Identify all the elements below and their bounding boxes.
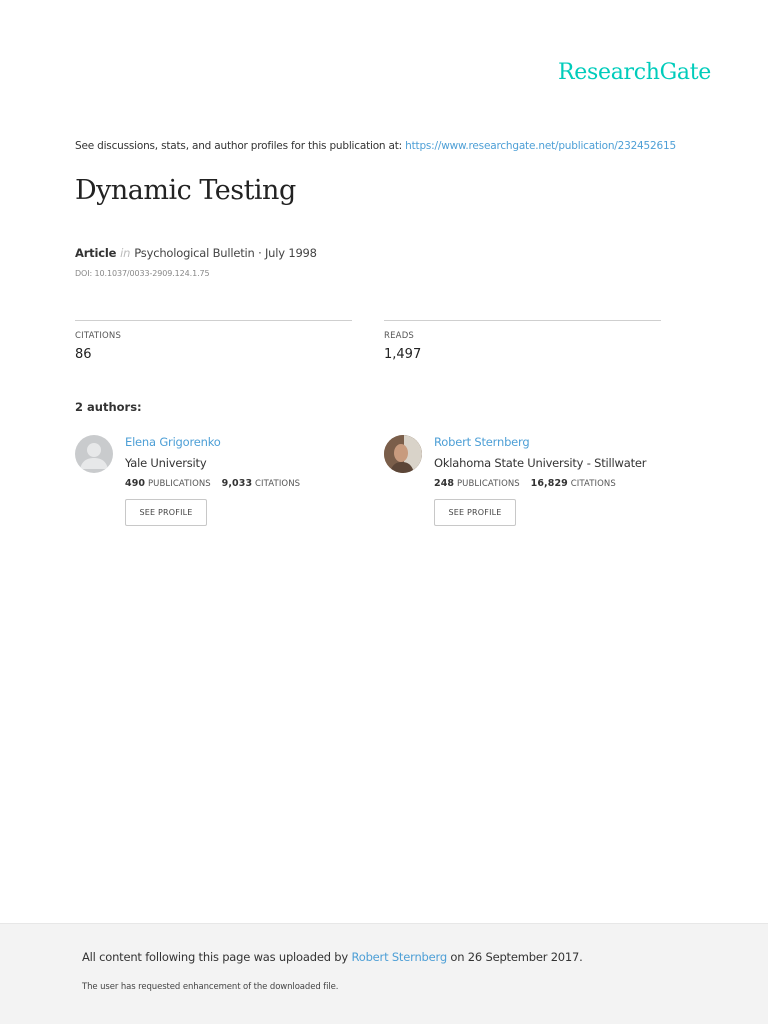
citations-stat: CITATIONS 86 [75,320,352,362]
author-citations-label: CITATIONS [570,479,616,489]
profile-photo[interactable] [384,435,422,473]
reads-value: 1,497 [384,347,422,362]
author-stats: 248 PUBLICATIONS 16,829 CITATIONS [434,478,694,489]
in-label: in [120,246,131,260]
author-name-link[interactable]: Elena Grigorenko [125,435,385,450]
journal-date: Psychological Bulletin · July 1998 [134,246,317,260]
doi-text: DOI: 10.1037/0033-2909.124.1.75 [75,269,210,278]
source-prefix: See discussions, stats, and author profi… [75,140,403,152]
author-institution: Oklahoma State University - Stillwater [434,456,647,470]
reads-stat: READS 1,497 [384,320,661,362]
authors-heading: 2 authors: [75,400,142,414]
upload-prefix: All content following this page was uplo… [82,950,348,964]
publication-url-link[interactable]: https://www.researchgate.net/publication… [405,140,676,152]
publications-label: PUBLICATIONS [456,479,520,489]
author-name-link[interactable]: Robert Sternberg [434,435,694,450]
see-profile-button[interactable]: SEE PROFILE [434,499,516,526]
author-citations-label: CITATIONS [255,479,301,489]
publications-count: 248 [434,478,455,489]
footer-banner: All content following this page was uplo… [0,923,768,1024]
enhancement-note: The user has requested enhancement of th… [82,982,339,992]
upload-notice: All content following this page was uplo… [82,950,583,964]
author-citations-count: 16,829 [530,478,568,489]
publication-meta: Article in Psychological Bulletin · July 1… [75,246,317,260]
author-stats: 490 PUBLICATIONS 9,033 CITATIONS [125,478,385,489]
default-person-icon[interactable] [75,435,113,473]
publications-label: PUBLICATIONS [147,479,211,489]
citations-value: 86 [75,347,92,362]
publication-type: Article [75,246,117,260]
author-citations-count: 9,033 [221,478,253,489]
source-line: See discussions, stats, and author profi… [75,140,676,152]
reads-label: READS [384,331,415,341]
publication-title: Dynamic Testing [75,175,296,206]
see-profile-button[interactable]: SEE PROFILE [125,499,207,526]
citations-label: CITATIONS [75,331,122,341]
upload-suffix: on 26 September 2017. [450,950,583,964]
researchgate-logo[interactable]: ResearchGate [558,60,711,85]
author-institution: Yale University [125,456,207,470]
uploader-link[interactable]: Robert Sternberg [351,950,447,964]
publications-count: 490 [125,478,146,489]
